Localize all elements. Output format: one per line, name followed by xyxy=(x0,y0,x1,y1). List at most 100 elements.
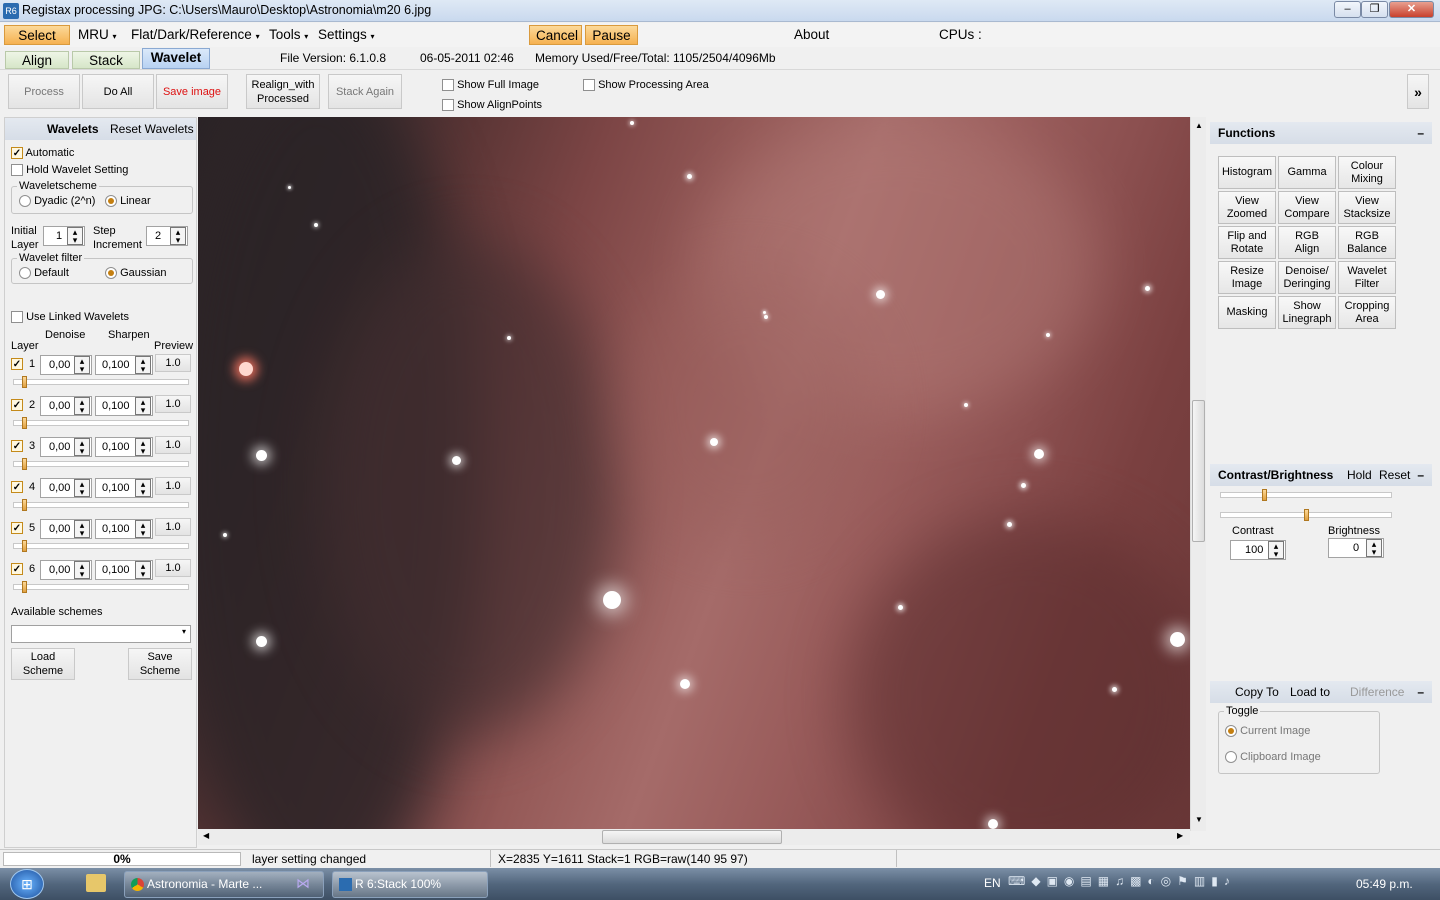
pdf-icon[interactable]: ▣ xyxy=(1047,874,1064,888)
tray-app-icon[interactable]: ◎ xyxy=(1161,874,1177,888)
preview-button[interactable]: 1.0 xyxy=(155,477,191,495)
preview-button[interactable]: 1.0 xyxy=(155,436,191,454)
layer-slider-thumb[interactable] xyxy=(22,458,27,470)
expand-toolbar-button[interactable]: » xyxy=(1407,74,1429,109)
dyadic-radio[interactable] xyxy=(19,195,31,208)
sharpen-spinner[interactable]: 0,100 ▴ ▾ xyxy=(95,355,153,375)
spin-arrows-icon[interactable]: ▴ ▾ xyxy=(1366,539,1382,557)
pause-button[interactable]: Pause xyxy=(585,25,638,45)
step-increment-spinner[interactable]: 2 ▴ ▾ xyxy=(146,226,188,246)
layer-enable-checkbox[interactable] xyxy=(11,522,23,534)
contrast-reset-button[interactable]: Reset xyxy=(1379,464,1410,486)
preview-button[interactable]: 1.0 xyxy=(155,354,191,372)
function-button[interactable]: RGB Align xyxy=(1278,226,1336,259)
app-tray-icon[interactable]: ▤ xyxy=(1080,874,1097,888)
spin-arrows-icon[interactable]: ▴ ▾ xyxy=(1268,541,1284,559)
load-to-button[interactable]: Load to xyxy=(1290,681,1330,703)
clipboard-image-option[interactable]: Clipboard Image xyxy=(1225,751,1321,764)
show-alignpoints-option[interactable]: Show AlignPoints xyxy=(442,99,542,112)
spin-arrows-icon[interactable]: ▴ ▾ xyxy=(135,356,151,374)
use-linked-checkbox[interactable] xyxy=(11,311,23,324)
sharpen-spinner[interactable]: 0,100 ▴ ▾ xyxy=(95,560,153,580)
layer-enable-checkbox[interactable] xyxy=(11,563,23,575)
preview-button[interactable]: 1.0 xyxy=(155,559,191,577)
spin-arrows-icon[interactable]: ▴ ▾ xyxy=(74,520,90,538)
layer-enable-checkbox[interactable] xyxy=(11,399,23,411)
flat-dark-reference-menu[interactable]: Flat/Dark/Reference ▾ xyxy=(125,25,266,45)
spin-arrows-icon[interactable]: ▴ ▾ xyxy=(135,438,151,456)
taskbar-app-chrome[interactable]: Astronomia - Marte ... xyxy=(124,871,324,898)
process-button[interactable]: Process xyxy=(8,74,80,109)
contrast-slider-thumb[interactable] xyxy=(1262,489,1267,501)
scroll-down-icon[interactable]: ▼ xyxy=(1195,815,1203,824)
initial-layer-spinner[interactable]: 1 ▴ ▾ xyxy=(43,226,85,246)
layer-slider-thumb[interactable] xyxy=(22,540,27,552)
vertical-scrollbar[interactable]: ▲ ▼ xyxy=(1190,117,1206,831)
horizontal-scrollbar[interactable]: ◀ ▶ xyxy=(198,829,1190,845)
dropbox-icon[interactable]: ◆ xyxy=(1031,874,1046,888)
horizontal-scroll-thumb[interactable] xyxy=(602,830,782,844)
select-menu[interactable]: Select xyxy=(4,25,70,45)
contrast-collapse-button[interactable]: – xyxy=(1417,464,1424,486)
layer-slider[interactable] xyxy=(13,499,189,511)
brightness-spinner[interactable]: 0 ▴ ▾ xyxy=(1328,538,1384,558)
visual-studio-icon[interactable]: ⋈ xyxy=(296,875,314,892)
tray-app-icon[interactable]: ◐ xyxy=(1147,874,1160,888)
denoise-spinner[interactable]: 0,00 ▴ ▾ xyxy=(40,355,92,375)
spin-arrows-icon[interactable]: ▴ ▾ xyxy=(67,227,83,245)
taskbar-app-registax[interactable]: R 6:Stack 100% xyxy=(332,871,488,898)
linear-radio[interactable] xyxy=(105,195,117,208)
function-button[interactable]: Denoise/ Deringing xyxy=(1278,261,1336,294)
functions-collapse-button[interactable]: – xyxy=(1417,122,1424,144)
load-scheme-button[interactable]: Load Scheme xyxy=(11,648,75,680)
contrast-hold-button[interactable]: Hold xyxy=(1347,464,1372,486)
vertical-scroll-thumb[interactable] xyxy=(1192,400,1205,542)
spin-arrows-icon[interactable]: ▴ ▾ xyxy=(135,397,151,415)
preview-button[interactable]: 1.0 xyxy=(155,518,191,536)
tray-icons[interactable]: ⌨◆▣◉▤▦♫▩◐◎⚑▥▮♪ xyxy=(1008,874,1236,888)
do-all-button[interactable]: Do All xyxy=(82,74,154,109)
show-alignpoints-checkbox[interactable] xyxy=(442,99,454,112)
spin-arrows-icon[interactable]: ▴ ▾ xyxy=(135,520,151,538)
layer-slider-thumb[interactable] xyxy=(22,499,27,511)
layer-slider[interactable] xyxy=(13,540,189,552)
difference-button[interactable]: Difference xyxy=(1350,681,1404,703)
function-button[interactable]: Cropping Area xyxy=(1338,296,1396,329)
spin-arrows-icon[interactable]: ▴ ▾ xyxy=(135,561,151,579)
denoise-spinner[interactable]: 0,00 ▴ ▾ xyxy=(40,478,92,498)
scroll-left-icon[interactable]: ◀ xyxy=(203,831,209,840)
audio-app-icon[interactable]: ♫ xyxy=(1115,874,1130,888)
layer-slider-thumb[interactable] xyxy=(22,581,27,593)
function-button[interactable]: RGB Balance xyxy=(1338,226,1396,259)
scroll-up-icon[interactable]: ▲ xyxy=(1195,121,1203,130)
spin-arrows-icon[interactable]: ▴ ▾ xyxy=(74,438,90,456)
layer-slider-thumb[interactable] xyxy=(22,417,27,429)
function-button[interactable]: Colour Mixing xyxy=(1338,156,1396,189)
layer-enable-checkbox[interactable] xyxy=(11,481,23,493)
network-icon[interactable]: ▦ xyxy=(1098,874,1115,888)
function-button[interactable]: View Zoomed xyxy=(1218,191,1276,224)
sharpen-spinner[interactable]: 0,100 ▴ ▾ xyxy=(95,437,153,457)
close-button[interactable]: ✕ xyxy=(1389,1,1434,18)
sharpen-spinner[interactable]: 0,100 ▴ ▾ xyxy=(95,396,153,416)
explorer-icon[interactable] xyxy=(86,874,106,892)
function-button[interactable]: Gamma xyxy=(1278,156,1336,189)
show-full-image-checkbox[interactable] xyxy=(442,79,454,92)
show-processing-area-option[interactable]: Show Processing Area xyxy=(583,79,709,92)
layer-enable-checkbox[interactable] xyxy=(11,358,23,370)
tools-menu[interactable]: Tools ▾ xyxy=(263,25,314,45)
linear-option[interactable]: Linear xyxy=(105,195,151,208)
clipboard-image-radio[interactable] xyxy=(1225,751,1237,764)
show-processing-area-checkbox[interactable] xyxy=(583,79,595,92)
default-radio[interactable] xyxy=(19,267,31,280)
function-button[interactable]: Wavelet Filter xyxy=(1338,261,1396,294)
denoise-spinner[interactable]: 0,00 ▴ ▾ xyxy=(40,396,92,416)
keyboard-icon[interactable]: ⌨ xyxy=(1008,874,1031,888)
contrast-spinner[interactable]: 100 ▴ ▾ xyxy=(1230,540,1286,560)
start-button-icon[interactable]: ⊞ xyxy=(10,869,44,899)
update-icon[interactable]: ◉ xyxy=(1064,874,1080,888)
volume-icon[interactable]: ♪ xyxy=(1224,874,1236,888)
layer-slider[interactable] xyxy=(13,581,189,593)
signal-icon[interactable]: ▮ xyxy=(1211,874,1224,888)
stack-again-button[interactable]: Stack Again xyxy=(328,74,402,109)
